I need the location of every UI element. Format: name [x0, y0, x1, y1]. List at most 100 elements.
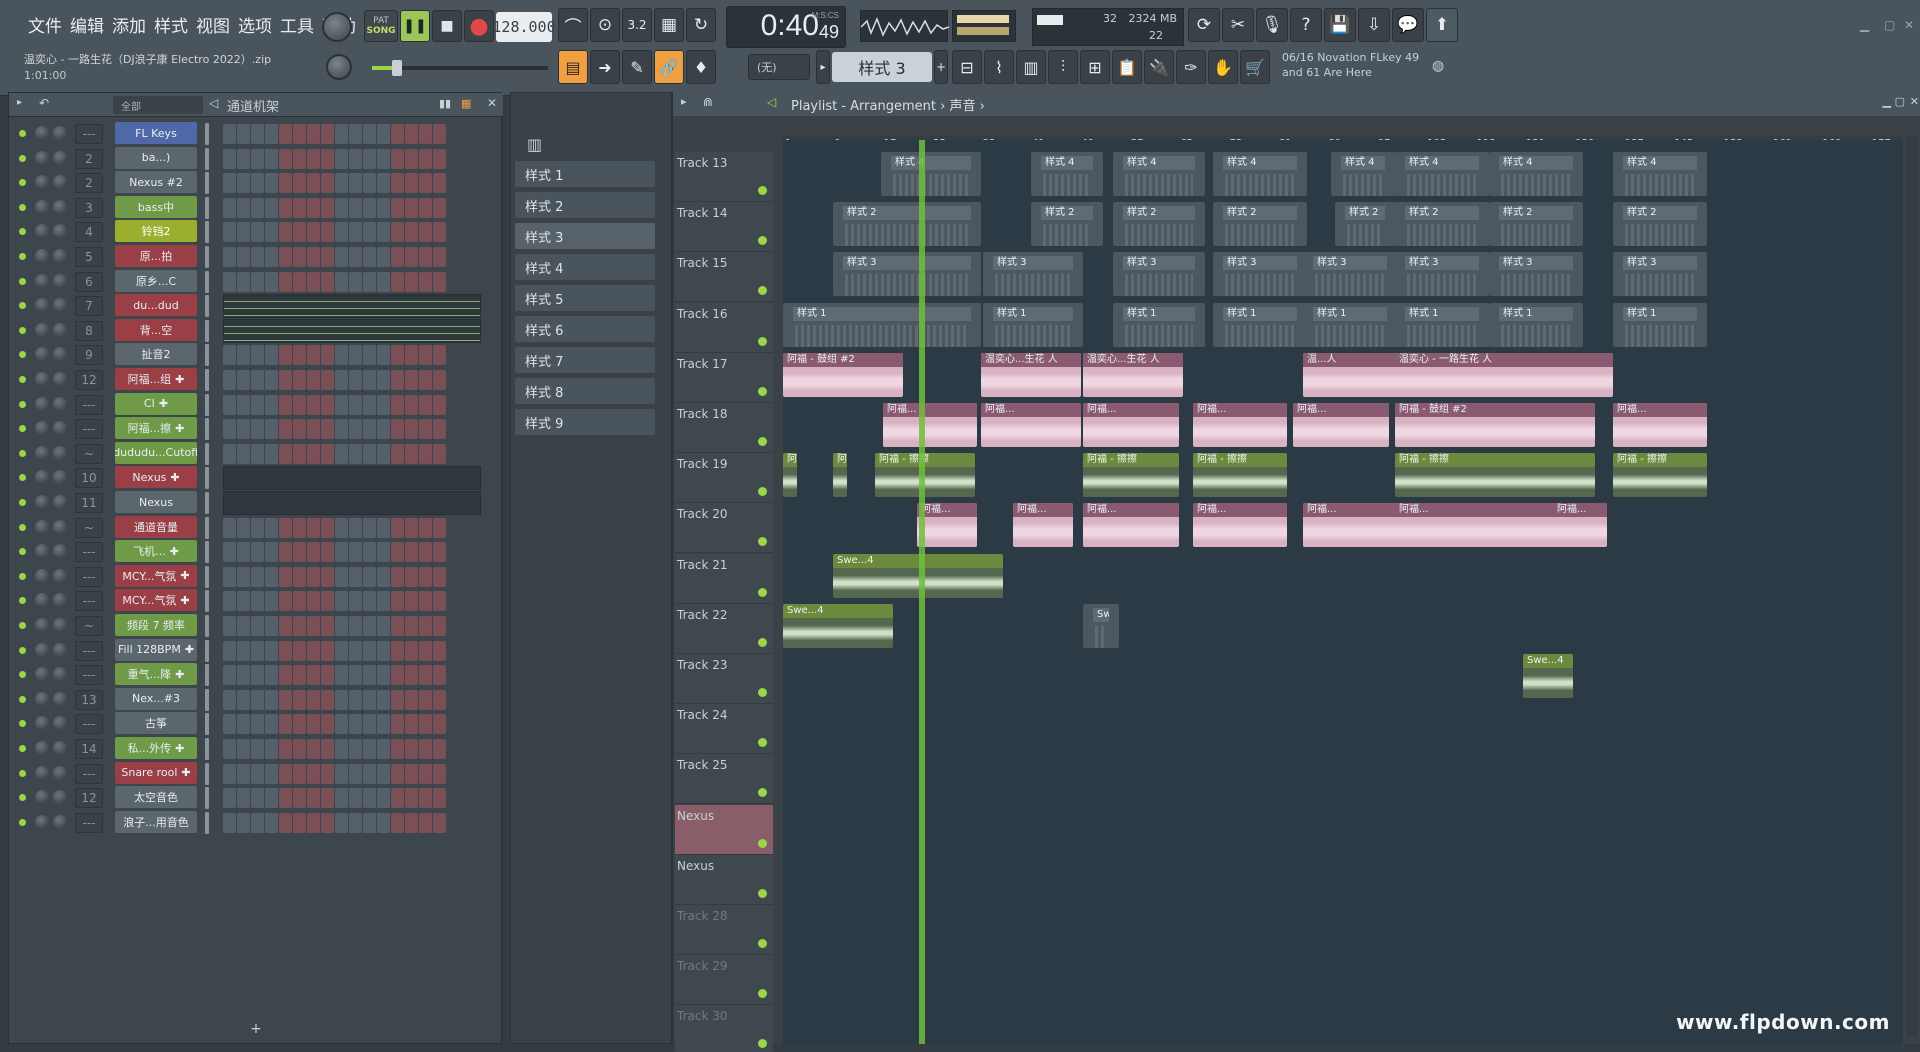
step-button[interactable]	[419, 542, 432, 563]
step-button[interactable]	[307, 271, 320, 292]
step-button[interactable]	[391, 689, 404, 710]
step-button[interactable]	[377, 222, 390, 243]
step-button[interactable]	[293, 640, 306, 661]
channel-mixer-track[interactable]: 12	[75, 788, 103, 809]
track-header[interactable]: Track 19	[675, 453, 773, 504]
step-button[interactable]	[265, 517, 278, 538]
mute-led-icon[interactable]	[19, 228, 26, 236]
step-button[interactable]	[223, 542, 236, 563]
step-button[interactable]	[335, 345, 348, 366]
step-button[interactable]	[293, 812, 306, 833]
channel-select[interactable]	[205, 615, 209, 637]
step-button[interactable]	[419, 739, 432, 759]
mute-led-icon[interactable]	[19, 745, 26, 752]
step-button[interactable]	[223, 788, 236, 809]
playlist-clip[interactable]: 阿福...	[981, 403, 1081, 447]
playlist-clip[interactable]: 温奕心...生花 人	[1083, 352, 1183, 397]
countdown-button[interactable]: 3.2	[622, 8, 652, 42]
step-button[interactable]	[251, 665, 264, 686]
step-button[interactable]	[237, 788, 250, 809]
piano-roll-preview[interactable]	[223, 491, 481, 515]
channel-mixer-track[interactable]: ---	[75, 419, 103, 440]
channel-name-button[interactable]: 浪子...用音色	[115, 810, 197, 833]
step-button[interactable]	[251, 640, 264, 661]
step-button[interactable]	[237, 124, 250, 144]
step-button[interactable]	[405, 812, 418, 833]
step-button[interactable]	[265, 689, 278, 710]
step-sequencer[interactable]	[223, 665, 446, 686]
step-button[interactable]	[405, 148, 418, 169]
menu-add[interactable]: 添加	[108, 12, 150, 42]
mute-led-icon[interactable]	[19, 548, 26, 556]
track-led-icon[interactable]	[758, 738, 767, 748]
pan-knob[interactable]	[35, 421, 49, 436]
pan-knob[interactable]	[35, 667, 49, 682]
step-button[interactable]	[293, 739, 306, 759]
step-button[interactable]	[279, 812, 292, 833]
step-button[interactable]	[405, 173, 418, 194]
channel-mixer-track[interactable]: 4	[75, 222, 103, 243]
step-button[interactable]	[237, 616, 250, 636]
playlist-clip[interactable]: 温奕心...生花 人	[981, 352, 1081, 397]
step-button[interactable]	[223, 124, 236, 144]
track-led-icon[interactable]	[758, 1039, 767, 1049]
chat-button[interactable]: 💬	[1392, 8, 1424, 42]
volume-knob[interactable]	[53, 298, 67, 313]
step-button[interactable]	[335, 247, 348, 267]
playlist-clip[interactable]: 阿福 - 鼓组 #2	[1395, 403, 1595, 447]
channel-select[interactable]	[205, 295, 209, 318]
step-button[interactable]	[335, 763, 348, 784]
pan-knob[interactable]	[35, 396, 49, 411]
track-header[interactable]: Track 20	[675, 503, 773, 554]
playlist-clip[interactable]: 阿福...	[883, 403, 977, 447]
track-header[interactable]: Track 23	[675, 654, 773, 704]
channel-name-button[interactable]: 飞机... ✚	[115, 540, 197, 563]
step-button[interactable]	[293, 271, 306, 292]
step-button[interactable]	[293, 714, 306, 735]
step-sequencer[interactable]	[223, 739, 446, 759]
pattern-item[interactable]: 样式 4	[515, 254, 655, 280]
step-button[interactable]	[391, 271, 404, 292]
step-button[interactable]	[363, 714, 376, 735]
step-button[interactable]	[363, 197, 376, 218]
step-button[interactable]	[251, 222, 264, 243]
step-button[interactable]	[377, 173, 390, 194]
step-button[interactable]	[433, 247, 446, 267]
step-button[interactable]	[363, 345, 376, 366]
track-header[interactable]: Track 15	[675, 252, 773, 303]
playlist-clip[interactable]: 阿福...	[1083, 503, 1179, 548]
channel-select[interactable]	[205, 344, 209, 367]
volume-knob[interactable]	[53, 445, 67, 460]
step-button[interactable]	[307, 591, 320, 612]
step-button[interactable]	[377, 197, 390, 218]
step-button[interactable]	[377, 788, 390, 809]
pan-knob[interactable]	[35, 470, 49, 485]
step-button[interactable]	[433, 222, 446, 243]
pattern-item[interactable]: 样式 9	[515, 409, 655, 435]
volume-knob[interactable]	[53, 765, 67, 780]
playlist-clip[interactable]: 阿福...	[917, 503, 977, 548]
volume-knob[interactable]	[53, 421, 67, 436]
step-button[interactable]	[237, 763, 250, 784]
step-button[interactable]	[237, 739, 250, 759]
playlist-clip[interactable]: 阿福 - 擦擦	[783, 453, 797, 498]
playlist-clip[interactable]: 样式 3	[1395, 252, 1489, 297]
step-sequencer[interactable]	[223, 616, 446, 636]
step-button[interactable]	[237, 591, 250, 612]
channel-mixer-track[interactable]: ---	[75, 812, 103, 833]
channel-select[interactable]	[205, 393, 209, 416]
pan-knob[interactable]	[35, 716, 49, 731]
step-button[interactable]	[433, 271, 446, 292]
step-button[interactable]	[419, 714, 432, 735]
step-button[interactable]	[279, 173, 292, 194]
step-button[interactable]	[433, 419, 446, 440]
playlist-clip[interactable]: 阿福...	[1193, 503, 1287, 548]
minimize-icon[interactable]: ▁	[1860, 18, 1869, 32]
mute-led-icon[interactable]	[19, 622, 26, 629]
step-button[interactable]	[307, 419, 320, 440]
step-button[interactable]	[405, 197, 418, 218]
piano-roll-preview[interactable]	[223, 466, 481, 491]
track-led-icon[interactable]	[758, 286, 767, 296]
step-button[interactable]	[419, 148, 432, 169]
mute-led-icon[interactable]	[19, 449, 26, 457]
